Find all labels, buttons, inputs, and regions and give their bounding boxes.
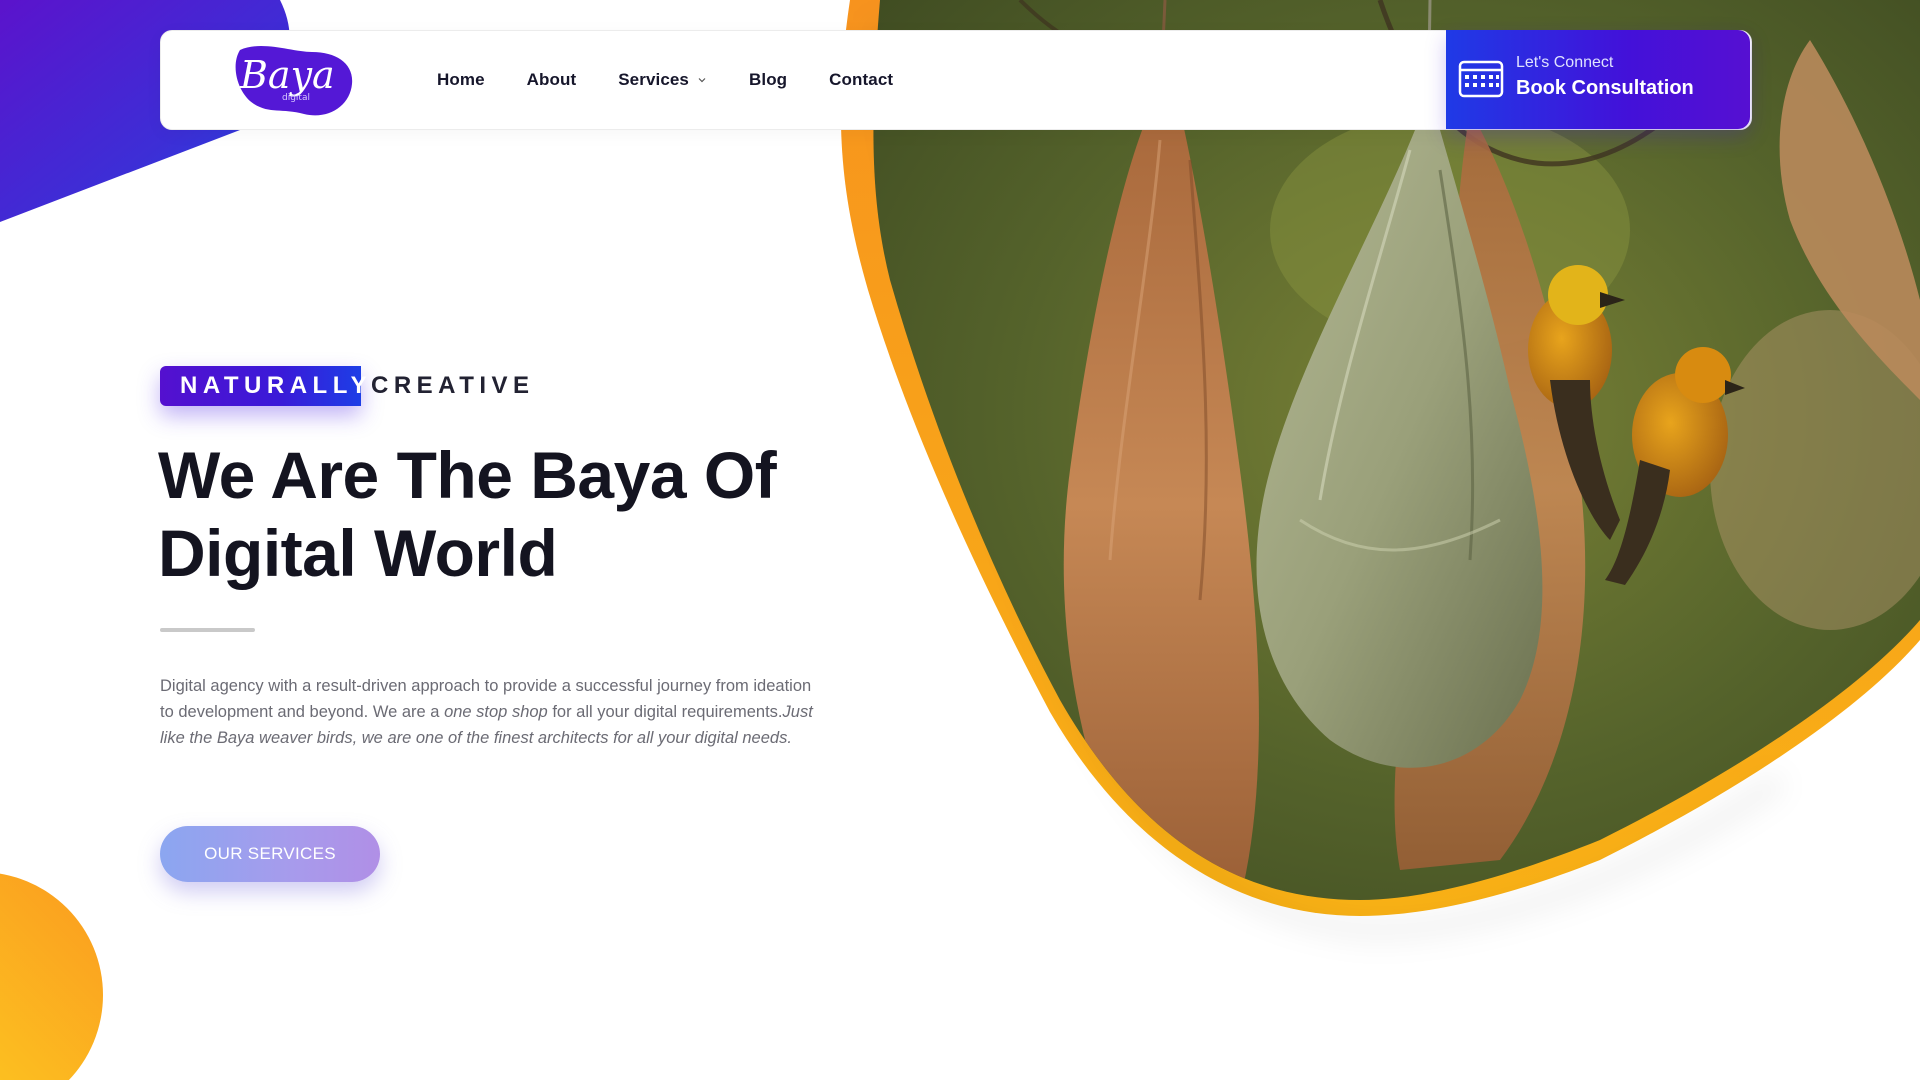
nav-item-home[interactable]: Home bbox=[437, 62, 485, 98]
nav-label: Blog bbox=[749, 70, 788, 89]
nav-item-blog[interactable]: Blog bbox=[749, 62, 787, 98]
nav-label: Contact bbox=[829, 70, 894, 89]
nav-label: Services bbox=[618, 70, 689, 89]
desc-text-2: for all your digital requirements. bbox=[547, 703, 783, 721]
logo-wordmark: Baya bbox=[239, 53, 335, 97]
logo-subtext: digital bbox=[282, 93, 310, 103]
headline-line-1: We Are The Baya Of bbox=[158, 438, 777, 512]
nav-item-services[interactable]: Services bbox=[618, 62, 707, 98]
our-services-button[interactable]: OUR SERVICES bbox=[160, 826, 380, 882]
nav-item-about[interactable]: About bbox=[527, 62, 577, 98]
nav-item-contact[interactable]: Contact bbox=[829, 62, 893, 98]
calendar-icon bbox=[1458, 60, 1504, 98]
desc-italic-1: one stop shop bbox=[444, 703, 548, 721]
baya-logo[interactable]: Baya digital bbox=[232, 42, 356, 118]
chevron-down-icon bbox=[698, 78, 706, 83]
headline-line-2: Digital World bbox=[158, 516, 558, 590]
book-consultation-button[interactable]: Let's Connect Book Consultation bbox=[1446, 30, 1750, 129]
nav-label: About bbox=[526, 70, 577, 89]
tagline-rest: CREATIVE bbox=[371, 372, 535, 399]
hero-headline: We Are The Baya Of Digital World bbox=[158, 436, 858, 592]
hero-description: Digital agency with a result-driven appr… bbox=[160, 673, 820, 751]
cta-small-label: Let's Connect bbox=[1516, 54, 1614, 71]
cta-main-label: Book Consultation bbox=[1516, 77, 1694, 99]
tagline-highlight: NATURALLY bbox=[180, 372, 373, 399]
nav-label: Home bbox=[437, 70, 485, 89]
main-nav: Home About Services Blog Contact bbox=[437, 62, 935, 98]
headline-divider bbox=[160, 628, 255, 632]
